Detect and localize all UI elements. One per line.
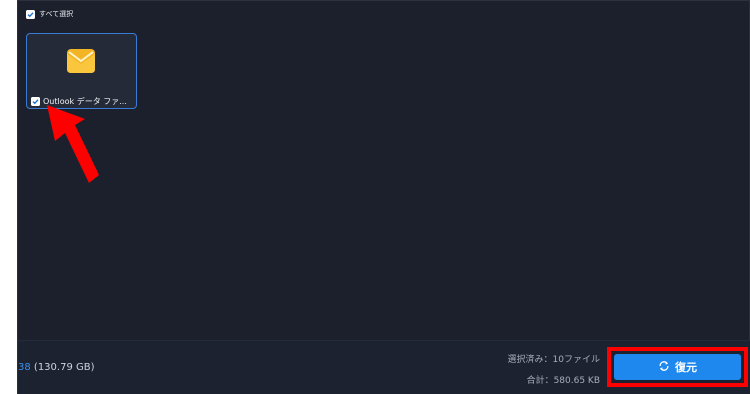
storage-total: (130.79 GB) — [33, 362, 95, 373]
storage-info: 38 (130.79 GB) — [18, 362, 95, 373]
select-all-control[interactable]: すべて選択 — [26, 9, 73, 19]
recover-button[interactable]: 復元 — [614, 354, 741, 380]
storage-value: 38 — [18, 362, 31, 373]
top-divider — [18, 0, 750, 1]
recovery-app-window: すべて選択 Outlook データ ファ... 38 (130.79 GB) 選… — [17, 0, 750, 394]
recover-label: 復元 — [675, 361, 697, 374]
select-all-label: すべて選択 — [39, 10, 74, 18]
footer-bar: 38 (130.79 GB) 選択済み：10ファイル 合計：580.65 KB … — [18, 340, 750, 394]
select-all-checkbox[interactable] — [26, 9, 35, 19]
recover-icon — [658, 360, 670, 375]
total-size: 合計：580.65 KB — [526, 376, 600, 386]
red-arrow-icon — [45, 103, 100, 189]
mail-icon — [67, 49, 95, 77]
file-card[interactable]: Outlook データ ファ... — [26, 33, 137, 109]
file-checkbox[interactable] — [31, 97, 40, 106]
selected-count: 選択済み：10ファイル — [507, 355, 600, 365]
